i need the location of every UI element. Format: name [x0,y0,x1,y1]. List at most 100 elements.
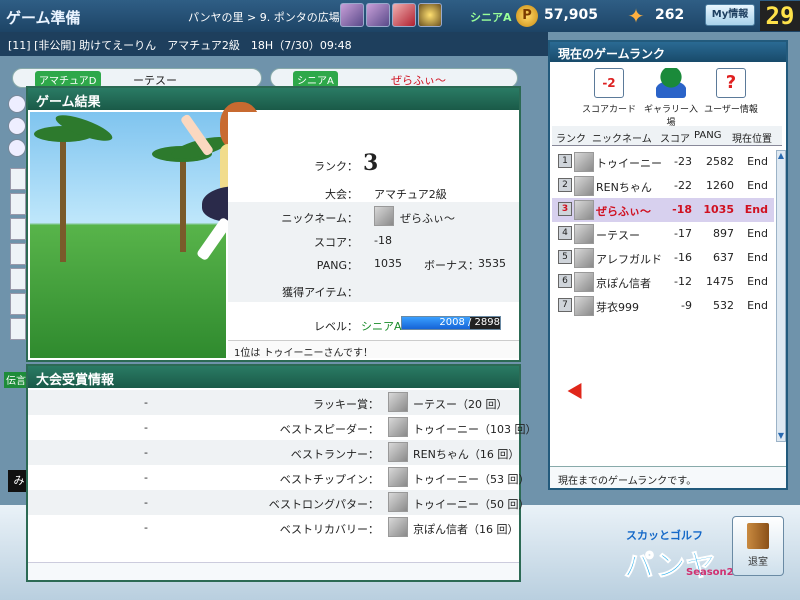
rank-pang: 2582 [706,155,734,168]
avatar-icon[interactable] [340,3,364,27]
item-icon[interactable] [418,3,442,27]
rank-number: 7 [558,298,572,312]
rank-pang: 532 [713,299,734,312]
slot-tab[interactable] [10,293,26,315]
awards-footer [28,562,519,580]
rank-row[interactable]: 2 RENちゃん -22 1260 End [552,174,774,198]
award-row: - ベストチップイン： トゥイーニー（53 回） [28,465,530,490]
rank-score: -17 [674,227,692,240]
my-info-button[interactable]: My情報 [705,4,755,26]
rank-pang: 1260 [706,179,734,192]
player-avatar [388,467,408,487]
slot-radio[interactable] [8,95,26,113]
rank-number: 2 [558,178,572,192]
award-title: ベストチップイン： [279,473,379,486]
slot-radio[interactable] [8,117,26,135]
score-label: スコア： [314,236,358,249]
rank-pang: 1035 [703,203,734,216]
tournament-label: 大会： [325,188,358,201]
rank-row[interactable]: 1 トゥイーニー -23 2582 End [552,150,774,174]
rank-position: End [747,251,768,264]
rank-name: RENちゃん [596,181,652,194]
tournament-value: アマチュア2級 [374,188,447,201]
award-row: - ベストロングパター： トゥイーニー（50 回） [28,490,530,515]
room-info-line: [11] [非公開] 助けてえーりん アマチュア2級 18H（7/30）09:4… [0,32,548,56]
pang-amount: 57,905 [544,7,599,23]
slot-tab[interactable] [10,193,26,215]
award-self-value: - [144,521,148,534]
rank-toolbar: -2 スコアカード ギャラリー入場 ? ユーザー情報 [550,66,786,128]
top-bar: ゲーム準備 パンヤの里 > 9. ポンタの広場 シニアA P 57,905 ✦ … [0,0,800,32]
award-title: ベストランナー： [290,448,379,461]
rank-row[interactable]: 5 アレフガルド -16 637 End [552,246,774,270]
exit-room-button[interactable]: 退室 [732,516,784,576]
rank-position: End [747,155,768,168]
palm-tree [60,132,66,262]
rank-table-body: 1 トゥイーニー -23 2582 End 2 RENちゃん -22 1260 … [552,150,774,318]
scroll-up-icon[interactable]: ▲ [777,151,785,161]
award-winner: ーテスー（20 回） [413,398,508,411]
award-title: ベストリカバリー： [279,523,379,536]
avatar-icon[interactable] [366,3,390,27]
items-label: 獲得アイテム： [282,286,358,299]
rank-row[interactable]: 4 ーテスー -17 897 End [552,222,774,246]
rank-name: トゥイーニー [596,157,662,170]
column-rank: ランク [556,134,586,145]
rank-row[interactable]: 6 京ぽん信者 -12 1475 End [552,270,774,294]
award-winner: トゥイーニー（53 回） [413,473,530,486]
player-slot[interactable]: シニアA ぜらふぃ〜 [270,68,518,88]
award-title: ラッキー賞： [313,398,379,411]
slot-tab[interactable] [10,268,26,290]
rank-number: 3 [558,202,572,216]
rank-row-self[interactable]: 3 ぜらふぃ〜 -18 1035 End [552,198,774,222]
rank-panel-title: 現在のゲームランク [550,42,786,62]
player-avatar [388,492,408,512]
pang-label: PANG： [316,259,358,272]
player-slot[interactable]: アマチュアD ーテスー [12,68,262,88]
countdown-timer: 29 [760,1,800,31]
game-rank-panel: 現在のゲームランク -2 スコアカード ギャラリー入場 ? ユーザー情報 ランク… [548,40,788,490]
awards-list: - ラッキー賞： ーテスー（20 回） - ベストスピーダー： トゥイーニー（1… [28,390,537,540]
screen-title: ゲーム準備 [6,9,81,27]
rank-table-header: ランク ニックネーム スコア PANG 現在位置 [552,126,782,146]
pang-value: 1035 [374,257,402,270]
gallery-enter-button[interactable]: ギャラリー入場 [642,66,700,128]
player-avatar [388,442,408,462]
rank-scrollbar[interactable]: ▲ ▼ [776,150,786,442]
rank-row[interactable]: 7 芽衣999 -9 532 End [552,294,774,318]
award-row: - ラッキー賞： ーテスー（20 回） [28,390,519,415]
slot-tab[interactable] [10,168,26,190]
slot-radio[interactable] [8,139,26,157]
rank-position: End [747,299,768,312]
avatar-icon[interactable] [392,3,416,27]
chat-tag[interactable]: 伝言 [4,372,28,388]
tournament-awards-dialog: 大会受賞情報 - ラッキー賞： ーテスー（20 回） - ベストスピーダー： ト… [26,364,537,582]
award-self-value: - [144,496,148,509]
award-self-value: - [144,471,148,484]
rank-pang: 637 [713,251,734,264]
slot-tab[interactable] [10,243,26,265]
slot-tab[interactable] [10,218,26,240]
user-info-icon: ? [716,68,746,98]
slot-tab[interactable] [10,318,26,340]
character-arm [179,113,215,157]
player-avatar [574,224,594,244]
player-avatar [574,200,594,220]
rank-label: ランク： [314,160,358,173]
player-rank-badge: シニアA [470,11,512,24]
user-info-button[interactable]: ? ユーザー情報 [702,66,760,115]
scroll-down-icon[interactable]: ▼ [777,431,785,441]
award-row: - ベストリカバリー： 京ぽん信者（16 回） [28,515,519,540]
rank-position: End [744,203,768,216]
rank-score: -18 [672,203,692,216]
score-card-button[interactable]: -2 スコアカード [580,66,638,115]
bonus-label: ボーナス： [424,259,479,272]
player-avatar [574,248,594,268]
rank-score: -16 [674,251,692,264]
rank-number: 4 [558,226,572,240]
character-avatars [340,3,442,27]
experience-text: 2008 / 2898 [439,317,500,328]
breadcrumb: パンヤの里 > 9. ポンタの広場 [188,11,340,24]
rank-panel-footer: 現在までのゲームランクです。 [550,466,786,488]
cookie-amount: 262 [655,7,685,23]
